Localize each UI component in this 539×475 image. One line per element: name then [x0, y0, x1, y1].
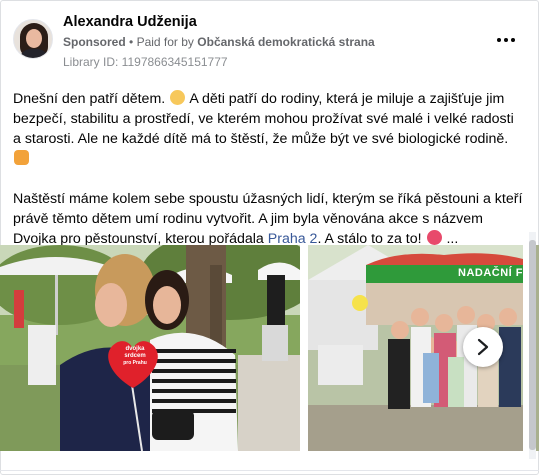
paid-for-prefix: Paid for by [136, 35, 194, 49]
scrollbar-thumb[interactable] [529, 240, 536, 450]
balloon-text-line-2: srdcem [124, 353, 146, 359]
post-paragraph-2: Naštěstí máme kolem sebe spoustu úžasnýc… [13, 189, 523, 249]
balloon-text-line-3: pro Prahu [123, 360, 147, 366]
post-paragraph-1: Dnešní den patří dětem. A děti patří do … [13, 89, 523, 169]
baby-emoji-icon [170, 90, 186, 105]
more-options-button[interactable] [496, 30, 516, 50]
author-name[interactable]: Alexandra Udženija [63, 14, 197, 30]
more-horizontal-icon [504, 38, 508, 42]
family-emoji-icon [14, 150, 29, 165]
heart-eyes-emoji-icon [426, 230, 442, 245]
sponsor-line: Sponsored • Paid for by Občanská demokra… [63, 35, 375, 49]
author-avatar[interactable] [13, 19, 53, 59]
carousel-image-1[interactable]: dvojka srdcem pro Prahu [0, 245, 300, 451]
balloon-text-line-1: dvojka [125, 346, 145, 352]
chevron-right-icon [477, 338, 489, 356]
image-carousel: dvojka srdcem pro Prahu NADAČNÍ F [0, 245, 539, 451]
post-text: Dnešní den patří dětem. A děti patří do … [13, 89, 523, 269]
carousel-next-button[interactable] [463, 327, 503, 367]
advertiser-name[interactable]: Občanská demokratická strana [197, 35, 374, 49]
more-horizontal-icon [511, 38, 515, 42]
banner-text: NADAČNÍ FOND [458, 267, 523, 279]
scrollbar[interactable] [527, 232, 536, 459]
post-text-1a: Dnešní den patří dětem. [13, 91, 166, 107]
sponsored-label: Sponsored [63, 35, 126, 49]
meta-separator: • [129, 35, 134, 49]
more-horizontal-icon [497, 38, 501, 42]
bottom-divider [0, 470, 539, 471]
library-id: Library ID: 1197866345151777 [63, 55, 228, 69]
balloon-text: dvojka srdcem pro Prahu [114, 346, 156, 367]
